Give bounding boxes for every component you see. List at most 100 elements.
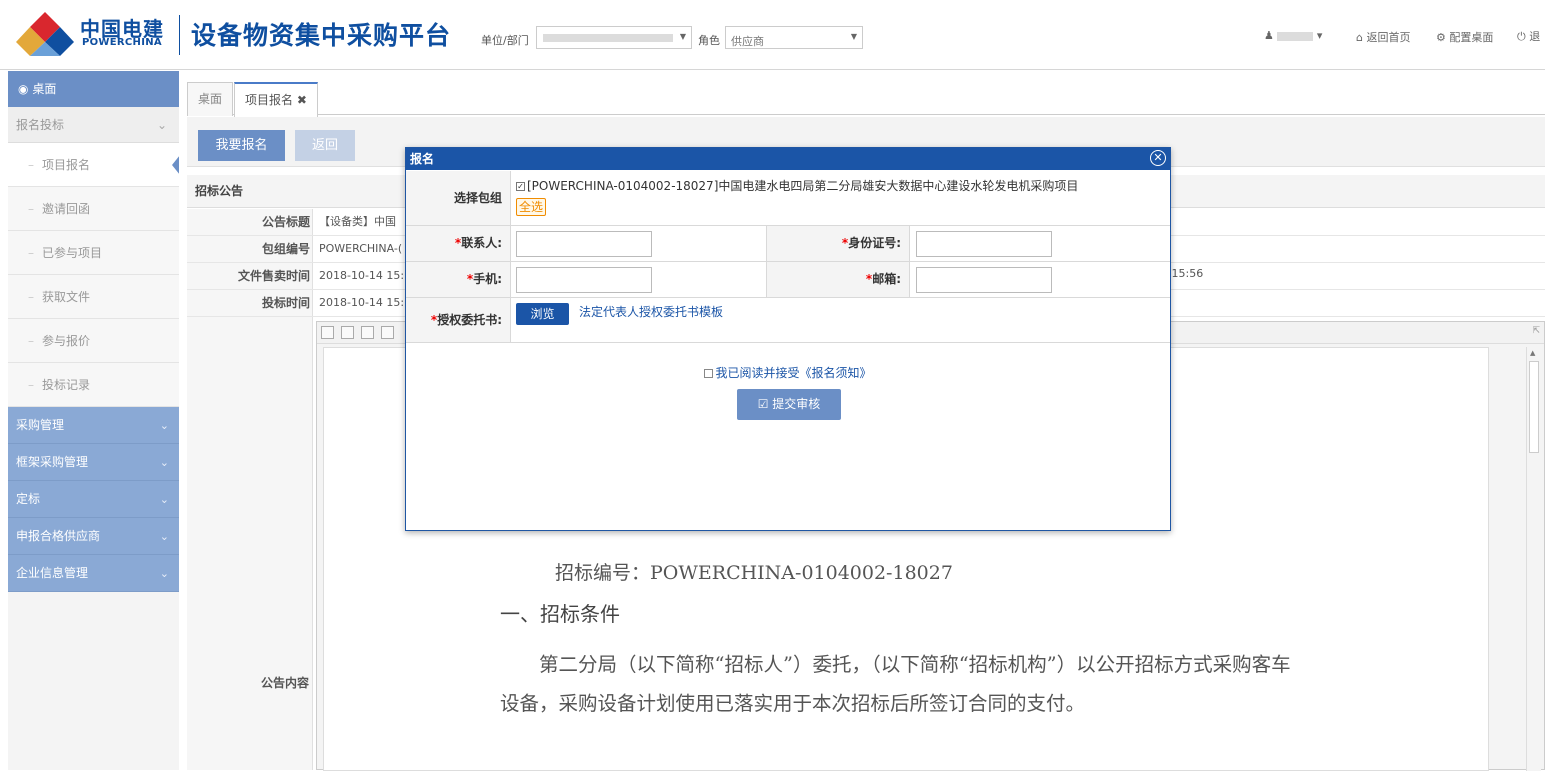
- grid-icon[interactable]: [381, 326, 394, 339]
- field-value: 2018-10-14 15:: [319, 269, 405, 282]
- tree-dash: –: [28, 158, 34, 172]
- field-label: 投标时间: [187, 290, 313, 316]
- logout-link-label: 退: [1529, 30, 1541, 43]
- doc-heading: 一、招标条件: [500, 602, 620, 626]
- chevron-down-icon: ▼: [850, 32, 857, 41]
- sidebar-section-procurement[interactable]: 采购管理 ⌄: [8, 407, 179, 444]
- agree-text[interactable]: 我已阅读并接受《报名须知》: [715, 366, 871, 380]
- package-checkbox[interactable]: ✓: [516, 182, 525, 191]
- sidebar-item-label: 已参与项目: [42, 246, 103, 260]
- phone-label-text: 手机:: [473, 272, 502, 286]
- logout-link[interactable]: ⏻ 退: [1517, 28, 1540, 44]
- tree-dash: –: [28, 290, 34, 304]
- content-label-column: 公告内容: [187, 317, 313, 770]
- sidebar-item-get-files[interactable]: – 获取文件: [8, 275, 179, 319]
- sidebar-section-award[interactable]: 定标 ⌄: [8, 481, 179, 518]
- close-icon[interactable]: ✖: [297, 93, 307, 107]
- package-label: 选择包组: [406, 171, 511, 225]
- phone-label: *手机:: [406, 262, 511, 297]
- contact-input[interactable]: [516, 231, 652, 257]
- tree-dash: –: [28, 334, 34, 348]
- tree-dash: –: [28, 202, 34, 216]
- config-link-label: 配置桌面: [1449, 31, 1494, 44]
- sidebar-item-joined-projects[interactable]: – 已参与项目: [8, 231, 179, 275]
- sidebar-item-project-signup[interactable]: – 项目报名: [8, 143, 180, 187]
- sidebar-item-bid-records[interactable]: – 投标记录: [8, 363, 179, 407]
- caret-down-icon: ▾: [1316, 29, 1323, 42]
- role-select[interactable]: 供应商 ▼: [725, 26, 863, 49]
- fullscreen-icon[interactable]: ⇱: [1532, 326, 1540, 336]
- tab-project-signup[interactable]: 项目报名 ✖: [234, 82, 318, 117]
- browse-button[interactable]: 浏览: [516, 303, 569, 325]
- print-icon[interactable]: [321, 326, 334, 339]
- platform-title: 设备物资集中采购平台: [191, 21, 452, 50]
- config-desk-link[interactable]: ⚙ 配置桌面: [1436, 29, 1493, 45]
- template-link[interactable]: 法定代表人授权委托书模板: [579, 303, 723, 320]
- signup-dialog: 报名 ✕ 选择包组 ✓ [POWERCHINA-0104002-18027]中国电…: [405, 147, 1171, 531]
- package-option[interactable]: ✓ [POWERCHINA-0104002-18027]中国电建水电四局第二分局雄…: [516, 177, 1078, 194]
- tree-dash: –: [28, 246, 34, 260]
- submit-review-button[interactable]: ☑ 提交审核: [737, 389, 841, 420]
- sidebar-section-label: 企业信息管理: [16, 566, 89, 580]
- sidebar-item-label: 项目报名: [42, 158, 91, 172]
- sidebar-section-label: 定标: [16, 492, 41, 506]
- chevron-down-icon: ⌄: [159, 567, 169, 580]
- select-all-button[interactable]: 全选: [516, 198, 547, 216]
- logo-text-en: POWERCHINA: [82, 37, 162, 48]
- scrollbar[interactable]: ▲: [1526, 347, 1541, 771]
- sidebar-section-company-info[interactable]: 企业信息管理 ⌄: [8, 555, 179, 592]
- user-menu[interactable]: ♟ ▾: [1264, 29, 1322, 42]
- authorization-row: *授权委托书: 浏览 法定代表人授权委托书模板: [406, 298, 1170, 343]
- tree-dash: –: [28, 378, 34, 392]
- sidebar-section-baoming[interactable]: 报名投标 ⌄: [8, 107, 179, 143]
- agree-checkbox[interactable]: [704, 369, 714, 378]
- field-label: 包组编号: [187, 236, 313, 262]
- contact-label: *联系人:: [406, 226, 511, 261]
- unit-select[interactable]: ▼: [536, 26, 692, 49]
- sidebar-section-framework[interactable]: 框架采购管理 ⌄: [8, 444, 179, 481]
- home-icon: ⌂: [1356, 31, 1363, 44]
- sidebar-item-label: 桌面: [32, 82, 57, 96]
- redacted-username: [1277, 31, 1314, 41]
- field-value: 【设备类】中国: [319, 215, 396, 228]
- dashboard-icon: ◉: [18, 82, 29, 96]
- scroll-thumb[interactable]: [1529, 361, 1539, 453]
- phone-row: *手机: *邮箱:: [406, 262, 1170, 298]
- tab-label: 项目报名: [245, 93, 294, 107]
- agree-row[interactable]: 我已阅读并接受《报名须知》: [406, 364, 1170, 381]
- tab-desk[interactable]: 桌面: [187, 82, 234, 116]
- apply-button[interactable]: 我要报名: [198, 130, 285, 161]
- tab-label: 桌面: [198, 92, 223, 106]
- columns-icon[interactable]: [361, 326, 374, 339]
- power-icon: ⏻: [1517, 30, 1526, 43]
- close-icon[interactable]: ✕: [1150, 150, 1166, 166]
- sidebar-item-desk[interactable]: ◉ 桌面: [8, 71, 179, 107]
- sidebar-section-label: 报名投标: [16, 118, 65, 132]
- scroll-up-icon[interactable]: ▲: [1530, 349, 1535, 357]
- field-value: POWERCHINA-(: [319, 242, 403, 255]
- sidebar-item-invite-reply[interactable]: – 邀请回函: [8, 187, 179, 231]
- chevron-down-icon: ⌄: [156, 118, 167, 132]
- sidebar-section-label: 框架采购管理: [16, 455, 89, 469]
- id-label-text: 身份证号:: [848, 236, 901, 250]
- id-number-input[interactable]: [916, 231, 1052, 257]
- sidebar-item-quote[interactable]: – 参与报价: [8, 319, 179, 363]
- home-link[interactable]: ⌂ 返回首页: [1356, 29, 1410, 45]
- document-icon[interactable]: [341, 326, 354, 339]
- tab-bar: 桌面 项目报名 ✖: [187, 79, 1545, 117]
- top-header: 中国电建 POWERCHINA 设备物资集中采购平台 单位/部门 ▼ 角色 供应…: [0, 0, 1545, 70]
- sidebar: ◉ 桌面 报名投标 ⌄ – 项目报名 – 邀请回函 – 已参与项目 – 获取文件 – 参与报…: [8, 71, 180, 770]
- authorization-label: *授权委托书:: [406, 298, 511, 342]
- back-button[interactable]: 返回: [295, 130, 355, 161]
- phone-input[interactable]: [516, 267, 652, 293]
- email-input[interactable]: [916, 267, 1052, 293]
- field-label: 公告标题: [187, 209, 313, 235]
- chevron-down-icon: ▼: [679, 32, 686, 41]
- chevron-down-icon: ⌄: [159, 419, 169, 432]
- redacted-text: [543, 34, 673, 42]
- home-link-label: 返回首页: [1366, 31, 1411, 44]
- contact-label-text: 联系人:: [461, 236, 502, 250]
- sidebar-section-qualified-supplier[interactable]: 申报合格供应商 ⌄: [8, 518, 179, 555]
- user-icon: ♟: [1264, 29, 1274, 42]
- sidebar-section-label: 采购管理: [16, 418, 65, 432]
